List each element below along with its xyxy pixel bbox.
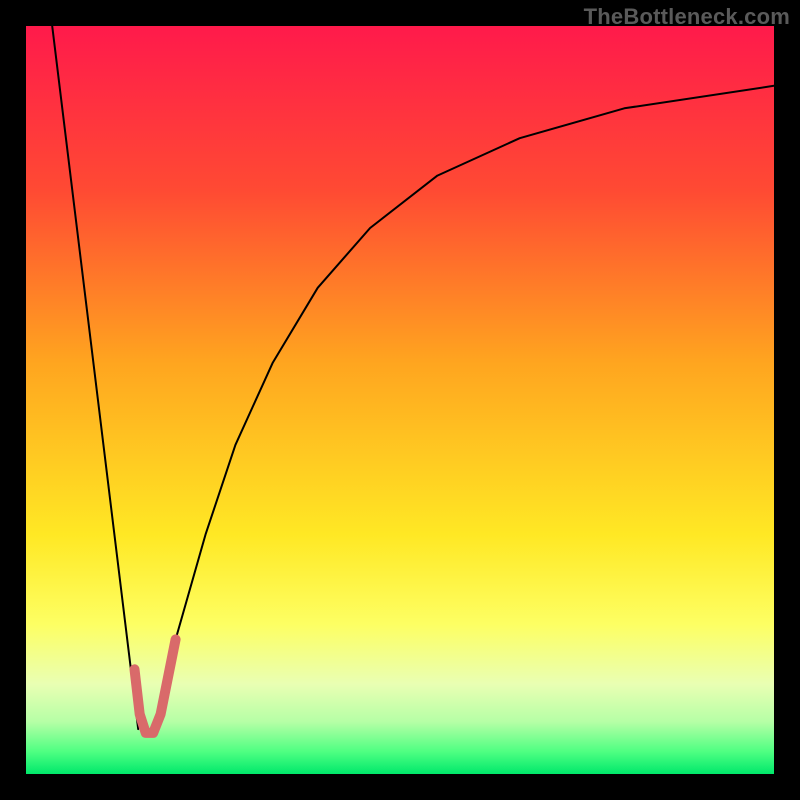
plot-area: [26, 26, 774, 774]
chart-svg: [26, 26, 774, 774]
chart-frame: TheBottleneck.com: [0, 0, 800, 800]
watermark-label: TheBottleneck.com: [584, 4, 790, 30]
gradient-background: [26, 26, 774, 774]
